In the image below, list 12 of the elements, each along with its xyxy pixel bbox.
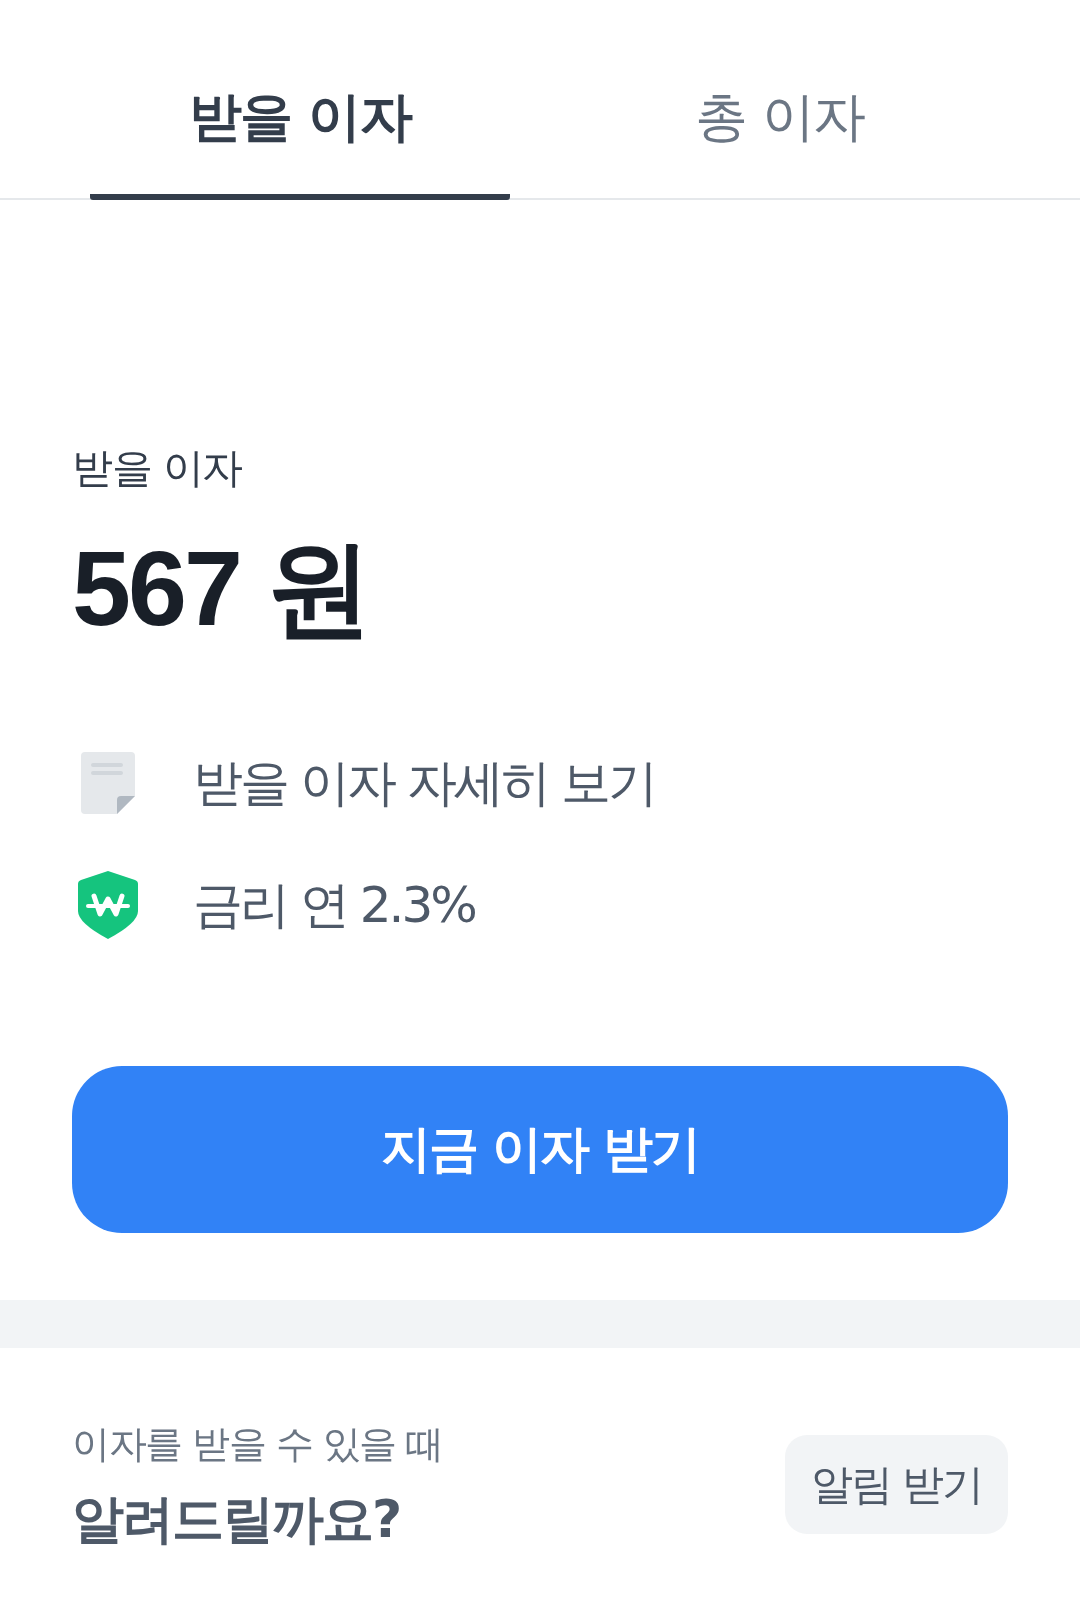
notify-title: 알려드릴까요? bbox=[72, 1488, 402, 1551]
tab[interactable]: 받을 이자 bbox=[90, 0, 510, 200]
notify-button[interactable]: 알림 받기 bbox=[784, 1435, 1008, 1534]
notify-subtitle: 이자를 받을 수 있을 때 bbox=[72, 1421, 443, 1468]
details-link[interactable]: 받을 이자 자세히 보기 bbox=[193, 748, 655, 818]
interest-rate-text: 금리 연 2.3% bbox=[193, 875, 475, 936]
document-icon bbox=[81, 752, 135, 814]
receive-interest-button[interactable]: 지금 이자 받기 bbox=[72, 1066, 1008, 1233]
tab[interactable]: 총 이자 bbox=[570, 0, 990, 200]
shield-icon bbox=[78, 871, 138, 939]
interest-amount: 567 원 bbox=[72, 528, 371, 648]
amount-label: 받을 이자 bbox=[72, 443, 243, 494]
